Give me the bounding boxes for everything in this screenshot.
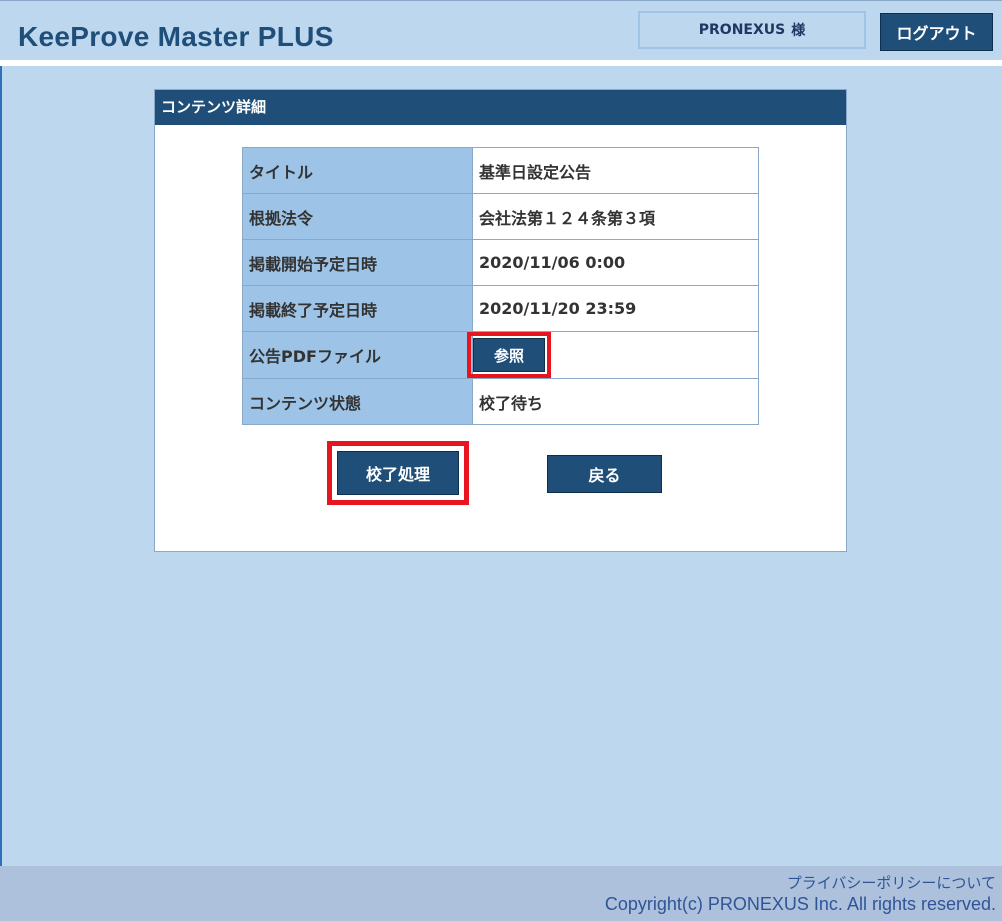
user-honorific: 様 <box>791 23 806 39</box>
proof-button-highlight: 校了処理 <box>327 441 469 505</box>
row-label-title: タイトル <box>242 147 473 194</box>
row-value-content-status: 校了待ち <box>472 378 759 425</box>
table-row: 公告PDFファイル 参照 <box>242 331 759 379</box>
table-row: コンテンツ状態 校了待ち <box>242 378 759 425</box>
table-row: 根拠法令 会社法第１２４条第３項 <box>242 193 759 240</box>
row-value-legal-basis: 会社法第１２４条第３項 <box>472 193 759 240</box>
copyright-text: Copyright(c) PRONEXUS Inc. All rights re… <box>604 894 996 914</box>
app-header: KeeProve Master PLUS PRONEXUS 様 ログアウト <box>0 0 1002 60</box>
row-label-end-datetime: 掲載終了予定日時 <box>242 285 473 332</box>
back-button[interactable]: 戻る <box>547 455 662 493</box>
row-label-legal-basis: 根拠法令 <box>242 193 473 240</box>
left-edge-line <box>0 66 2 866</box>
browse-button-highlight: 参照 <box>467 332 551 378</box>
header-divider <box>0 60 1002 66</box>
logout-button[interactable]: ログアウト <box>880 13 993 51</box>
user-name-box: PRONEXUS 様 <box>638 11 866 49</box>
browse-button[interactable]: 参照 <box>473 338 545 372</box>
user-name: PRONEXUS <box>698 22 786 38</box>
table-row: 掲載開始予定日時 2020/11/06 0:00 <box>242 239 759 286</box>
row-label-start-datetime: 掲載開始予定日時 <box>242 239 473 286</box>
panel-title: コンテンツ詳細 <box>155 90 846 125</box>
row-label-content-status: コンテンツ状態 <box>242 378 473 425</box>
row-label-pdf-file: 公告PDFファイル <box>242 331 473 379</box>
table-row: タイトル 基準日設定公告 <box>242 147 759 194</box>
content-detail-table: タイトル 基準日設定公告 根拠法令 会社法第１２４条第３項 掲載開始予定日時 2… <box>242 147 759 425</box>
row-value-pdf-file: 参照 <box>467 331 759 379</box>
row-value-end-datetime: 2020/11/20 23:59 <box>472 285 759 332</box>
footer: プライバシーポリシーについて Copyright(c) PRONEXUS Inc… <box>0 866 1002 921</box>
content-detail-panel: コンテンツ詳細 タイトル 基準日設定公告 根拠法令 会社法第１２４条第３項 掲載… <box>154 89 847 552</box>
row-value-title: 基準日設定公告 <box>472 147 759 194</box>
row-value-start-datetime: 2020/11/06 0:00 <box>472 239 759 286</box>
privacy-policy-link[interactable]: プライバシーポリシーについて <box>787 872 996 893</box>
table-row: 掲載終了予定日時 2020/11/20 23:59 <box>242 285 759 332</box>
app-title: KeeProve Master PLUS <box>18 21 334 52</box>
proof-complete-button[interactable]: 校了処理 <box>337 451 459 495</box>
